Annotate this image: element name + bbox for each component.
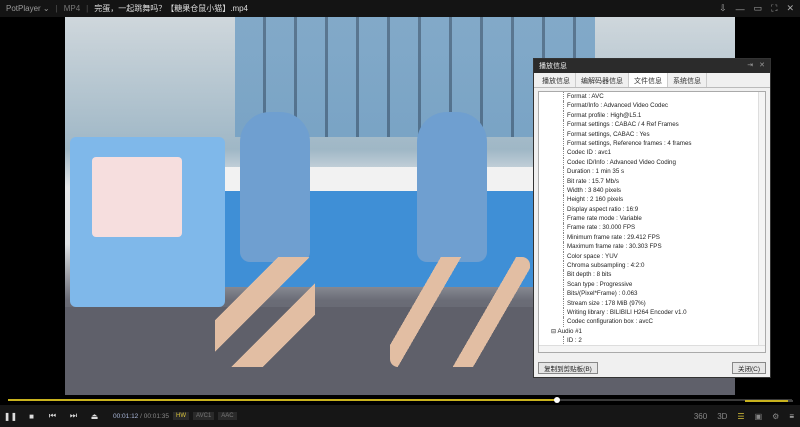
tree-group[interactable]: ⊟ Audio #1 [551, 327, 765, 336]
dialog-close-icon[interactable]: ✕ [759, 61, 765, 69]
pin-icon[interactable]: ⇥ [747, 61, 753, 69]
tab-codec-info[interactable]: 编解码器信息 [576, 73, 629, 87]
app-menu[interactable]: PotPlayer ⌄ [6, 4, 50, 13]
info-row: Format settings : CABAC / 4 Ref Frames [563, 120, 765, 130]
info-tree[interactable]: Format : AVC Format/Info : Advanced Video… [538, 91, 766, 353]
tab-system-info[interactable]: 系统信息 [668, 73, 707, 87]
menu-icon[interactable]: ≡ [789, 412, 794, 421]
info-row: Format : AVC [563, 92, 765, 102]
vr360-button[interactable]: 360 [694, 412, 707, 421]
dancer-right [417, 112, 487, 262]
volume-slider[interactable] [745, 400, 793, 402]
seek-handle[interactable] [553, 397, 560, 403]
pin-icon[interactable]: ⇩ [719, 3, 727, 14]
info-row: Stream size : 178 MiB (97%) [563, 298, 765, 308]
info-row: Format profile : High@L5.1 [563, 110, 765, 121]
dancer-left-legs [215, 257, 315, 367]
info-row: Display aspect ratio : 16:9 [563, 204, 765, 215]
info-row: Frame rate mode : Variable [563, 214, 765, 224]
tab-playback-info[interactable]: 播放信息 [537, 73, 576, 87]
eject-button[interactable]: ⏏ [84, 412, 105, 421]
minimize-button[interactable]: — [736, 4, 745, 14]
seek-bar[interactable] [8, 397, 792, 403]
info-row: Maximum frame rate : 30.303 FPS [563, 242, 765, 252]
info-row: Format/Info : Advanced Video Codec [563, 101, 765, 111]
info-row: Codec ID : avc1 [563, 148, 765, 158]
maximize-button[interactable]: ▭ [754, 3, 763, 14]
horizontal-scrollbar[interactable] [539, 345, 765, 352]
fullscreen-button[interactable]: ⛶ [771, 3, 777, 14]
control-bar: ❚❚ ■ ⏮ ⏭ ⏏ 00:01:12 / 00:01:35 HW AVC1 A… [0, 405, 800, 427]
mascot-figure [70, 137, 225, 307]
info-row: Codec configuration box : avcC [563, 317, 765, 327]
tab-file-info[interactable]: 文件信息 [629, 73, 668, 87]
file-title: 完蛋，一起跳舞吗？【糖果仓鼠小猫】.mp4 [94, 4, 249, 13]
info-row: Frame rate : 30.000 FPS [563, 223, 765, 233]
stop-button[interactable]: ■ [21, 412, 42, 421]
previous-button[interactable]: ⏮ [42, 411, 63, 421]
time-display: 00:01:12 / 00:01:35 [113, 412, 170, 420]
info-row: Color space : YUV [563, 251, 765, 262]
video-codec-badge[interactable]: AVC1 [193, 412, 215, 420]
hw-badge[interactable]: HW [173, 412, 190, 420]
copy-to-clipboard-button[interactable]: 复制到剪贴板(B) [538, 362, 598, 374]
info-row: Bits/(Pixel*Frame) : 0.063 [563, 289, 765, 299]
audio-codec-badge[interactable]: AAC [218, 412, 237, 420]
info-row: Writing library : BILIBILI H264 Encoder … [563, 307, 765, 318]
dialog-title: 播放信息 [539, 63, 567, 70]
info-row: Height : 2 160 pixels [563, 195, 765, 205]
format-label: MP4 [63, 4, 81, 13]
info-row: Scan type : Progressive [563, 279, 765, 290]
info-row: Format settings, CABAC : Yes [563, 129, 765, 139]
info-row: Width : 3 840 pixels [563, 185, 765, 196]
info-row: Minimum frame rate : 29.412 FPS [563, 232, 765, 243]
playlist-search-icon[interactable]: ☰ [737, 412, 744, 421]
settings-gear-icon[interactable]: ⚙ [772, 412, 779, 421]
info-row: Chroma subsampling : 4:2:0 [563, 261, 765, 271]
vertical-scrollbar[interactable] [758, 92, 765, 352]
pause-button[interactable]: ❚❚ [0, 412, 21, 421]
playback-info-dialog: 播放信息 ⇥ ✕ 播放信息 编解码器信息 文件信息 系统信息 Format : A… [533, 58, 771, 378]
info-row: Bit rate : 15.7 Mb/s [563, 176, 765, 186]
title-bar: PotPlayer ⌄ | MP4 | 完蛋，一起跳舞吗？【糖果仓鼠小猫】.mp… [0, 0, 800, 17]
info-row: Format settings, Reference frames : 4 fr… [563, 138, 765, 149]
info-row: Bit depth : 8 bits [563, 270, 765, 280]
next-button[interactable]: ⏭ [63, 411, 84, 421]
dancer-left [240, 112, 310, 262]
info-row: Duration : 1 min 35 s [563, 167, 765, 177]
dancer-right-legs [390, 257, 530, 367]
info-row: Codec ID/Info : Advanced Video Coding [563, 157, 765, 168]
close-button[interactable]: ✕ [786, 3, 794, 14]
close-dialog-button[interactable]: 关闭(C) [732, 362, 766, 374]
capture-icon[interactable]: ▣ [755, 412, 763, 421]
3d-button[interactable]: 3D [717, 412, 727, 421]
